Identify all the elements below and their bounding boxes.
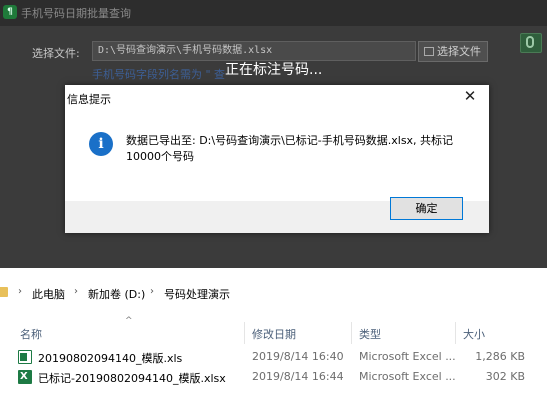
file-explorer: › 此电脑 › 新加卷 (D:) › 号码处理演示 ^ 名称 修改日期 类型 大… [0, 268, 547, 400]
column-divider[interactable] [351, 322, 352, 344]
file-size: 1,286 KB [475, 350, 525, 363]
ok-button[interactable]: 确定 [390, 197, 463, 220]
refresh-icon[interactable] [520, 33, 542, 53]
column-header: ^ 名称 修改日期 类型 大小 [0, 316, 547, 344]
dialog-title: 信息提示 [67, 93, 111, 106]
info-icon: i [89, 132, 113, 156]
folder-icon [0, 287, 8, 297]
dialog-body: i 数据已导出至: D:\号码查询演示\已标记-手机号码数据.xlsx, 共标记… [65, 109, 489, 201]
chevron-right-icon: › [74, 286, 78, 297]
column-modified[interactable]: 修改日期 [252, 326, 296, 342]
column-name-hint: 手机号码字段列名需为 " 查 [92, 68, 226, 81]
file-name[interactable]: 20190802094140_模版.xls [38, 350, 182, 366]
dialog-titlebar: 信息提示 ✕ [65, 85, 489, 109]
breadcrumb-item-drive[interactable]: 新加卷 (D:) [88, 286, 145, 302]
file-name[interactable]: 已标记-20190802094140_模版.xlsx [38, 370, 226, 386]
choose-file-label: 选择文件 [437, 45, 481, 58]
dialog-footer: 确定 [65, 197, 489, 233]
file-modified: 2019/8/14 16:44 [252, 370, 344, 383]
marking-status: 正在标注号码... [225, 62, 323, 78]
column-size[interactable]: 大小 [463, 326, 485, 342]
file-size: 302 KB [485, 370, 525, 383]
file-modified: 2019/8/14 16:40 [252, 350, 344, 363]
column-name[interactable]: 名称 [20, 326, 42, 342]
file-label: 选择文件: [32, 47, 80, 60]
breadcrumb: › 此电脑 › 新加卷 (D:) › 号码处理演示 [0, 284, 547, 304]
sort-arrow-icon: ^ [125, 316, 133, 326]
breadcrumb-item-this-pc[interactable]: 此电脑 [32, 286, 65, 302]
excel-97-icon [18, 350, 32, 364]
column-divider[interactable] [244, 322, 245, 344]
close-icon[interactable]: ✕ [458, 85, 482, 109]
file-type: Microsoft Excel ... [359, 370, 456, 383]
dialog-message: 数据已导出至: D:\号码查询演示\已标记-手机号码数据.xlsx, 共标记10… [126, 134, 454, 163]
file-type: Microsoft Excel ... [359, 350, 456, 363]
column-type[interactable]: 类型 [359, 326, 381, 342]
file-row[interactable]: 已标记-20190802094140_模版.xlsx 2019/8/14 16:… [0, 368, 547, 387]
file-path-input[interactable]: D:\号码查询演示\手机号码数据.xlsx [92, 41, 416, 61]
app-titlebar: ¶ 手机号码日期批量查询 [0, 0, 547, 26]
info-dialog: 信息提示 ✕ i 数据已导出至: D:\号码查询演示\已标记-手机号码数据.xl… [65, 85, 489, 233]
breadcrumb-item-folder[interactable]: 号码处理演示 [164, 286, 230, 302]
app-title: 手机号码日期批量查询 [21, 7, 131, 20]
excel-icon [18, 370, 32, 384]
app-logo-icon: ¶ [3, 5, 17, 19]
chevron-right-icon: › [18, 286, 22, 297]
chevron-right-icon: › [150, 286, 154, 297]
folder-icon [424, 47, 434, 56]
choose-file-button[interactable]: 选择文件 [418, 41, 488, 62]
app-window: ¶ 手机号码日期批量查询 选择文件: D:\号码查询演示\手机号码数据.xlsx… [0, 0, 547, 268]
file-row[interactable]: 20190802094140_模版.xls 2019/8/14 16:40 Mi… [0, 348, 547, 367]
column-divider[interactable] [455, 322, 456, 344]
